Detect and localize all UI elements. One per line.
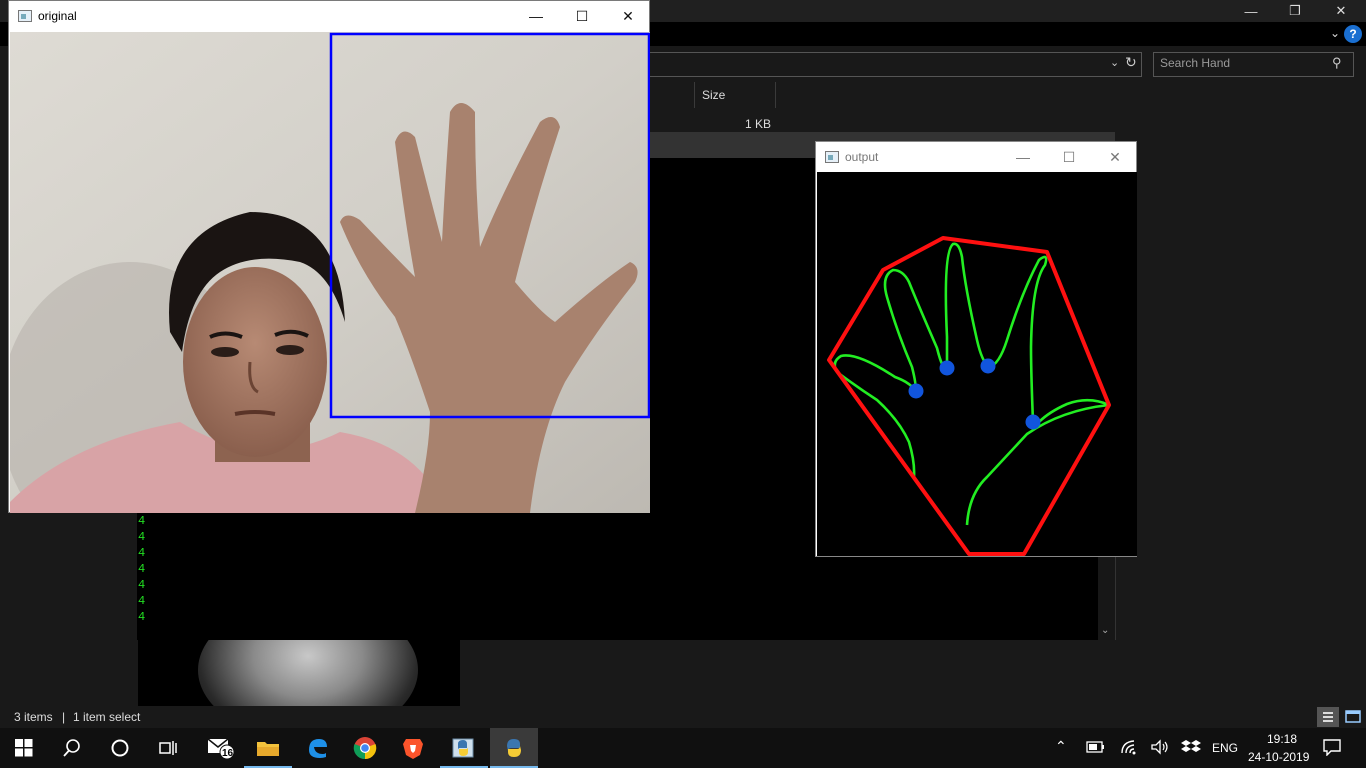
battery-icon[interactable]: [1086, 739, 1106, 760]
original-window: original — ☐ ✕: [8, 0, 650, 513]
defect-point: [980, 358, 996, 374]
python-icon[interactable]: [490, 728, 538, 768]
minimize-icon[interactable]: —: [1228, 0, 1274, 22]
close-icon[interactable]: ✕: [1092, 142, 1138, 172]
chevron-down-icon[interactable]: ⌄: [1330, 26, 1340, 40]
volume-icon[interactable]: [1150, 739, 1170, 760]
action-center-icon[interactable]: [1322, 738, 1342, 761]
console-line: 4: [138, 594, 146, 608]
minimize-icon[interactable]: —: [1000, 142, 1046, 172]
defect-point: [939, 360, 955, 376]
hand-detection-output: [817, 172, 1137, 556]
console-line: 4: [138, 514, 146, 528]
brave-icon[interactable]: [389, 728, 437, 768]
address-bar[interactable]: [640, 52, 1142, 77]
file-size-cell: 1 KB: [745, 117, 772, 131]
refresh-icon[interactable]: ↻: [1125, 54, 1137, 71]
restore-icon[interactable]: ❐: [1272, 0, 1318, 22]
cortana-icon[interactable]: [96, 728, 144, 768]
language-indicator[interactable]: ENG: [1212, 741, 1238, 755]
output-window: output — ☐ ✕: [815, 141, 1137, 557]
column-header-size[interactable]: Size: [702, 88, 725, 102]
task-view-icon[interactable]: [144, 728, 192, 768]
console-line: 4: [138, 562, 146, 576]
search-icon[interactable]: [48, 728, 96, 768]
file-explorer-icon[interactable]: [244, 728, 292, 768]
mail-icon[interactable]: 16: [196, 728, 244, 768]
window-app-icon: [825, 151, 839, 163]
search-placeholder: Search Hand: [1160, 56, 1231, 70]
close-icon[interactable]: ✕: [605, 1, 651, 31]
python-idle-icon[interactable]: [440, 728, 488, 768]
clock-date[interactable]: 24-10-2019: [1248, 750, 1309, 764]
column-divider[interactable]: [775, 82, 776, 108]
large-icons-view-icon[interactable]: [1343, 707, 1363, 727]
console-line: 4: [138, 578, 146, 592]
original-titlebar[interactable]: original — ☐ ✕: [9, 1, 649, 31]
mail-badge: 16: [222, 748, 234, 759]
minimize-icon[interactable]: —: [513, 1, 559, 31]
edge-icon[interactable]: [293, 728, 341, 768]
maximize-icon[interactable]: ☐: [1046, 142, 1092, 172]
window-title: original: [38, 9, 77, 23]
window-app-icon: [18, 10, 32, 22]
status-item-count: 3 items: [14, 710, 53, 724]
console-line: 4: [138, 546, 146, 560]
status-separator: |: [62, 710, 66, 724]
search-icon[interactable]: ⚲: [1332, 55, 1342, 71]
address-history-icon[interactable]: ⌄: [1110, 56, 1119, 69]
status-selection: 1 item select: [73, 710, 141, 724]
dropbox-icon[interactable]: [1181, 739, 1201, 760]
defect-point: [1025, 414, 1041, 430]
chrome-icon[interactable]: [341, 728, 389, 768]
windows-start-icon[interactable]: [0, 728, 48, 768]
window-title: output: [845, 150, 879, 164]
webcam-frame: [10, 32, 650, 513]
details-view-icon[interactable]: [1317, 707, 1339, 727]
show-hidden-icons-chevron-icon[interactable]: ⌃: [1055, 738, 1067, 755]
console-line: 4: [138, 530, 146, 544]
output-titlebar[interactable]: output — ☐ ✕: [816, 142, 1136, 172]
maximize-icon[interactable]: ☐: [559, 1, 605, 31]
scroll-down-icon[interactable]: ⌄: [1101, 625, 1109, 636]
help-icon[interactable]: ?: [1344, 25, 1362, 43]
face: [183, 267, 327, 457]
status-bar: [0, 706, 1366, 728]
console-line: 4: [138, 610, 146, 624]
defect-point: [908, 383, 924, 399]
column-divider[interactable]: [694, 82, 695, 108]
clock-time[interactable]: 19:18: [1262, 732, 1302, 746]
close-icon[interactable]: ✕: [1318, 0, 1364, 22]
wifi-icon[interactable]: [1120, 739, 1138, 760]
